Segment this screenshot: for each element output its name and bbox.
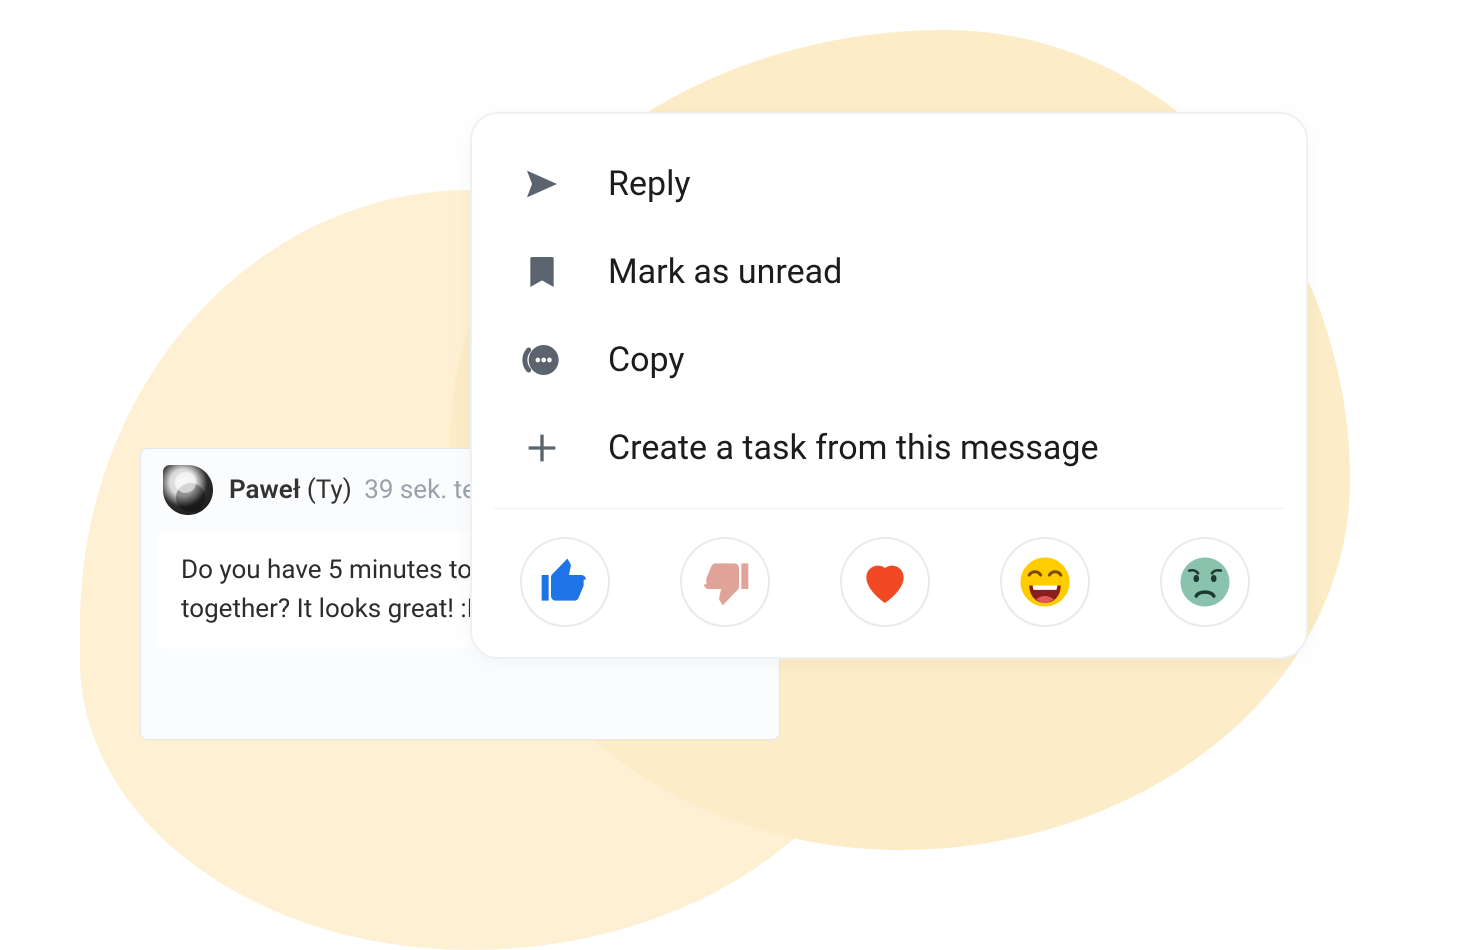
author-first-name: Paweł: [229, 475, 300, 505]
menu-item-mark-unread[interactable]: Mark as unread: [472, 228, 1306, 316]
thumbs-down-icon: [697, 554, 753, 610]
menu-item-label: Reply: [608, 164, 690, 204]
reaction-heart[interactable]: [840, 537, 930, 627]
author-name: Paweł (Ty) 39 sek. te: [229, 475, 476, 505]
laugh-icon: [1017, 554, 1073, 610]
menu-item-label: Copy: [608, 340, 685, 380]
reaction-thumbs-up[interactable]: [520, 537, 610, 627]
copy-icon: [520, 338, 564, 382]
message-timestamp: 39 sek. te: [364, 475, 476, 505]
reaction-laugh[interactable]: [1000, 537, 1090, 627]
thumbs-up-icon: [537, 554, 593, 610]
menu-item-create-task[interactable]: Create a task from this message: [472, 404, 1306, 492]
menu-item-label: Mark as unread: [608, 252, 842, 292]
menu-item-reply[interactable]: Reply: [472, 140, 1306, 228]
bookmark-icon: [520, 250, 564, 294]
reaction-worried[interactable]: [1160, 537, 1250, 627]
menu-divider: [494, 508, 1284, 509]
avatar: [163, 465, 213, 515]
worried-icon: [1177, 554, 1233, 610]
plus-icon: [520, 426, 564, 470]
reaction-thumbs-down[interactable]: [680, 537, 770, 627]
author-you-suffix: (Ty): [307, 475, 352, 505]
heart-icon: [857, 554, 913, 610]
reaction-row: [472, 525, 1306, 631]
menu-item-copy[interactable]: Copy: [472, 316, 1306, 404]
send-icon: [520, 162, 564, 206]
menu-item-label: Create a task from this message: [608, 428, 1099, 468]
message-context-menu: Reply Mark as unread Copy Create a task …: [470, 112, 1308, 659]
